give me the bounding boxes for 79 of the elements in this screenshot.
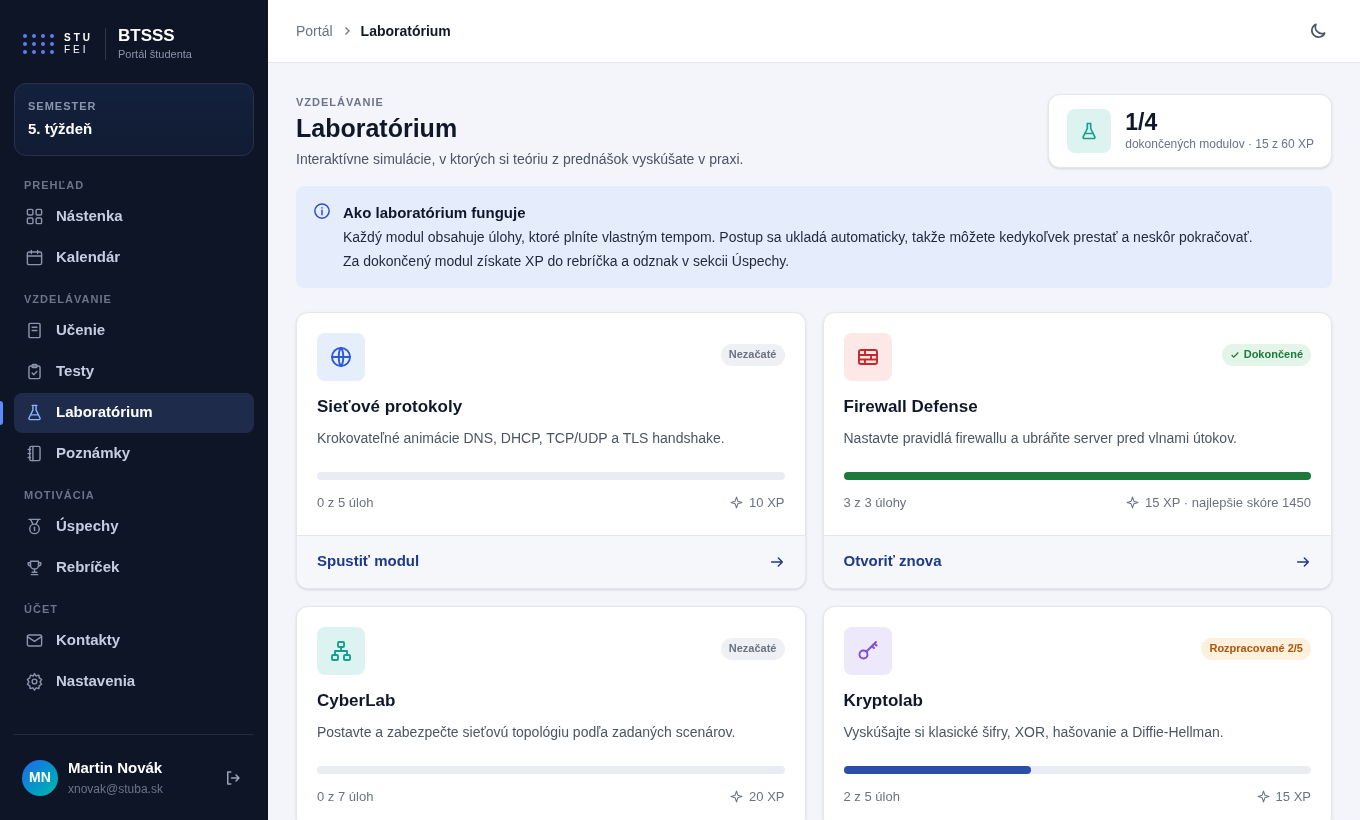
module-description: Postavte a zabezpečte sieťovú topológiu podľa zadaných scenárov. xyxy=(317,723,737,742)
status-badge: Rozpracované 2/5 xyxy=(1201,637,1311,660)
network-icon xyxy=(317,626,365,675)
moon-icon xyxy=(1308,21,1328,41)
check-icon xyxy=(1229,349,1240,360)
breadcrumb-item[interactable]: Portál xyxy=(296,20,333,42)
nav-item[interactable]: Testy xyxy=(14,351,254,392)
nav-item[interactable]: Poznámky xyxy=(14,433,254,474)
nav-item[interactable]: Kontakty xyxy=(14,620,254,661)
nav-item[interactable]: Kalendár xyxy=(14,237,254,278)
status-badge: Nezačaté xyxy=(720,343,785,366)
nav-item[interactable]: Rebríček xyxy=(14,547,254,588)
summary-value: 1/4 xyxy=(1125,109,1159,135)
logo-text: FEI xyxy=(64,44,90,57)
sparkle-icon xyxy=(1126,496,1139,510)
user-email: xnovak@stuba.sk xyxy=(68,780,164,798)
breadcrumb-item: Laboratórium xyxy=(360,21,451,41)
module-action-link[interactable]: Otvoriť znova xyxy=(823,534,1331,588)
progress-text: 3 z 3 úlohy xyxy=(843,494,907,512)
nav-item[interactable]: Úspechy xyxy=(14,506,254,547)
xp-text: 15 XP xyxy=(1275,788,1311,806)
app-subtitle: Portál študenta xyxy=(118,47,192,62)
module-title: CyberLab xyxy=(317,689,397,712)
grid-icon xyxy=(25,207,44,226)
app-title: BTSSS xyxy=(118,26,176,46)
sparkle-icon xyxy=(1256,790,1270,804)
page-title: Laboratórium xyxy=(296,112,459,144)
section-heading: ÚČET xyxy=(23,602,59,618)
info-icon xyxy=(313,201,331,220)
logo-dots-icon xyxy=(22,33,56,56)
flask-icon xyxy=(25,403,44,422)
module-description: Krokovateľné animácie DNS, DHCP, TCP/UDP a TLS handshake. xyxy=(317,429,726,448)
section-heading: PREHĽAD xyxy=(23,178,86,194)
module-title: Kryptolab xyxy=(843,689,924,712)
user-name: Martin Novák xyxy=(68,758,164,779)
progress-text: 2 z 5 úloh xyxy=(843,788,900,806)
progress-text: 0 z 7 úloh xyxy=(317,788,374,806)
nav-item[interactable]: Učenie xyxy=(14,310,254,351)
logout-icon xyxy=(224,768,242,787)
brick-wall-icon xyxy=(843,332,892,381)
module-action-link[interactable]: Spustiť modul xyxy=(297,534,805,588)
active-indicator xyxy=(0,400,3,425)
book-icon xyxy=(25,321,44,340)
sparkle-icon xyxy=(730,790,744,804)
module-description: Nastavte pravidlá firewallu a ubráňte server pred vlnami útokov. xyxy=(843,429,1238,448)
section-heading: MOTIVÁCIA xyxy=(23,488,96,504)
settings-icon xyxy=(25,672,44,691)
nav-item[interactable]: Nastavenia xyxy=(14,661,254,702)
user-avatar: MN xyxy=(22,759,58,796)
xp-text: 20 XP xyxy=(749,788,785,806)
mail-icon xyxy=(25,631,44,650)
notebook-icon xyxy=(25,444,44,463)
page-eyebrow: VZDELÁVANIE xyxy=(296,95,385,110)
page-subtitle: Interaktívne simulácie, v ktorých si teóriu z prednášok vyskúšate v praxi. xyxy=(296,149,744,169)
nav-item[interactable]: Nástenka xyxy=(14,196,254,237)
semester-label: SEMESTER xyxy=(28,98,98,114)
xp-text: 15 XP · najlepšie skóre 1450 xyxy=(1145,494,1311,512)
medal-icon xyxy=(25,517,44,536)
module-description: Vyskúšajte si klasické šifry, XOR, hašovanie a Diffie-Hellman. xyxy=(843,723,1225,742)
info-text: Za dokončený modul získate XP do rebríčka a odznak v sekcii Úspechy. xyxy=(343,251,791,271)
semester-value: 5. týždeň xyxy=(28,119,94,139)
xp-text: 10 XP xyxy=(749,494,785,512)
key-icon xyxy=(843,626,892,675)
module-title: Sieťové protokoly xyxy=(317,395,464,418)
calendar-icon xyxy=(25,248,44,267)
logo-text: STU xyxy=(64,32,93,45)
info-title: Ako laboratórium funguje xyxy=(343,202,527,223)
progress-text: 0 z 5 úloh xyxy=(317,494,374,512)
flask-icon xyxy=(1067,109,1112,153)
status-badge: Nezačaté xyxy=(720,637,785,660)
trophy-icon xyxy=(25,558,44,577)
clipboard-icon xyxy=(25,362,44,381)
module-title: Firewall Defense xyxy=(843,395,979,418)
section-heading: VZDELÁVANIE xyxy=(23,292,113,308)
status-badge: Dokončené xyxy=(1221,343,1311,366)
globe-icon xyxy=(317,332,365,381)
info-text: Každý modul obsahuje úlohy, ktoré plníte vlastným tempom. Postup sa ukladá automaticky, takže môžete kedykoľvek prestať a neskôr pokračovať. xyxy=(343,227,1253,247)
sparkle-icon xyxy=(730,496,744,510)
summary-caption: dokončených modulov · 15 z 60 XP xyxy=(1125,136,1314,153)
